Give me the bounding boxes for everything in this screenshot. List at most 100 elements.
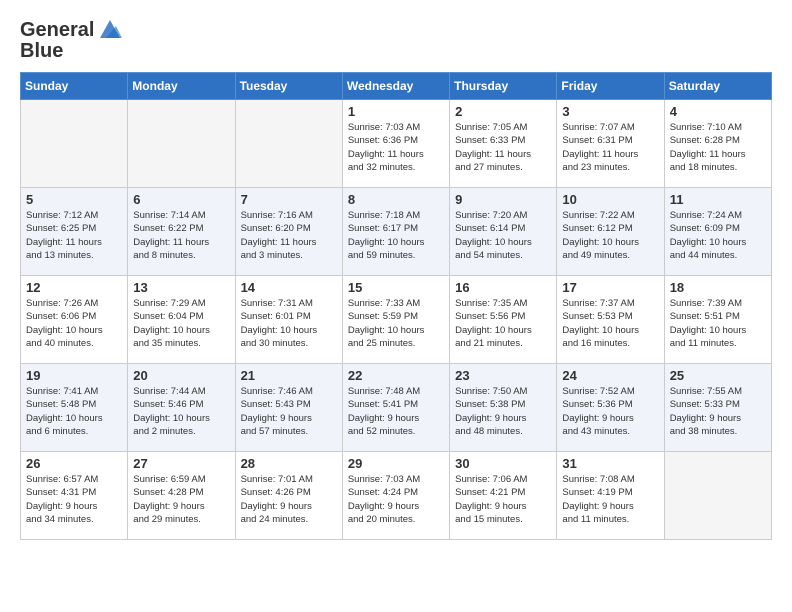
col-header-thursday: Thursday [450, 73, 557, 100]
day-number: 4 [670, 104, 766, 119]
calendar-cell: 24 Sunrise: 7:52 AM Sunset: 5:36 PM Dayli… [557, 364, 664, 452]
day-info: Sunrise: 7:44 AM Sunset: 5:46 PM Dayligh… [133, 385, 229, 438]
page: General Blue SundayMondayTuesdayWednesda… [0, 0, 792, 556]
calendar-cell [128, 100, 235, 188]
week-row-2: 5 Sunrise: 7:12 AM Sunset: 6:25 PM Daylig… [21, 188, 772, 276]
day-number: 19 [26, 368, 122, 383]
calendar-cell: 29 Sunrise: 7:03 AM Sunset: 4:24 PM Dayli… [342, 452, 449, 540]
calendar-cell: 10 Sunrise: 7:22 AM Sunset: 6:12 PM Dayli… [557, 188, 664, 276]
day-number: 17 [562, 280, 658, 295]
day-info: Sunrise: 7:50 AM Sunset: 5:38 PM Dayligh… [455, 385, 551, 438]
calendar-cell: 8 Sunrise: 7:18 AM Sunset: 6:17 PM Daylig… [342, 188, 449, 276]
day-info: Sunrise: 7:35 AM Sunset: 5:56 PM Dayligh… [455, 297, 551, 350]
calendar-cell [664, 452, 771, 540]
calendar-cell: 2Sunrise: 7:05 AM Sunset: 6:33 PM Daylig… [450, 100, 557, 188]
header: General Blue [20, 16, 772, 62]
day-number: 15 [348, 280, 444, 295]
calendar-cell: 12Sunrise: 7:26 AM Sunset: 6:06 PM Dayli… [21, 276, 128, 364]
calendar-cell: 30 Sunrise: 7:06 AM Sunset: 4:21 PM Dayli… [450, 452, 557, 540]
day-info: Sunrise: 7:33 AM Sunset: 5:59 PM Dayligh… [348, 297, 444, 350]
day-number: 3 [562, 104, 658, 119]
day-info: Sunrise: 7:52 AM Sunset: 5:36 PM Dayligh… [562, 385, 658, 438]
day-number: 2 [455, 104, 551, 119]
logo-icon [96, 16, 124, 44]
day-info: Sunrise: 7:14 AM Sunset: 6:22 PM Dayligh… [133, 209, 229, 262]
day-number: 18 [670, 280, 766, 295]
calendar-cell: 18 Sunrise: 7:39 AM Sunset: 5:51 PM Dayli… [664, 276, 771, 364]
day-number: 11 [670, 192, 766, 207]
day-number: 5 [26, 192, 122, 207]
week-row-5: 26Sunrise: 6:57 AM Sunset: 4:31 PM Dayli… [21, 452, 772, 540]
day-info: Sunrise: 7:48 AM Sunset: 5:41 PM Dayligh… [348, 385, 444, 438]
day-info: Sunrise: 7:18 AM Sunset: 6:17 PM Dayligh… [348, 209, 444, 262]
day-number: 14 [241, 280, 337, 295]
calendar-cell: 4 Sunrise: 7:10 AM Sunset: 6:28 PM Daylig… [664, 100, 771, 188]
calendar-cell: 16 Sunrise: 7:35 AM Sunset: 5:56 PM Dayli… [450, 276, 557, 364]
calendar-cell: 21 Sunrise: 7:46 AM Sunset: 5:43 PM Dayli… [235, 364, 342, 452]
calendar-cell: 1Sunrise: 7:03 AM Sunset: 6:36 PM Daylig… [342, 100, 449, 188]
day-info: Sunrise: 7:39 AM Sunset: 5:51 PM Dayligh… [670, 297, 766, 350]
col-header-monday: Monday [128, 73, 235, 100]
day-number: 10 [562, 192, 658, 207]
day-number: 7 [241, 192, 337, 207]
week-row-1: 1Sunrise: 7:03 AM Sunset: 6:36 PM Daylig… [21, 100, 772, 188]
calendar-cell: 27 Sunrise: 6:59 AM Sunset: 4:28 PM Dayli… [128, 452, 235, 540]
calendar: SundayMondayTuesdayWednesdayThursdayFrid… [20, 72, 772, 540]
col-header-tuesday: Tuesday [235, 73, 342, 100]
day-info: Sunrise: 7:22 AM Sunset: 6:12 PM Dayligh… [562, 209, 658, 262]
day-info: Sunrise: 7:12 AM Sunset: 6:25 PM Dayligh… [26, 209, 122, 262]
day-info: Sunrise: 7:46 AM Sunset: 5:43 PM Dayligh… [241, 385, 337, 438]
day-number: 23 [455, 368, 551, 383]
logo: General Blue [20, 16, 124, 62]
calendar-cell: 9Sunrise: 7:20 AM Sunset: 6:14 PM Daylig… [450, 188, 557, 276]
day-number: 12 [26, 280, 122, 295]
day-number: 16 [455, 280, 551, 295]
day-number: 22 [348, 368, 444, 383]
calendar-cell: 31Sunrise: 7:08 AM Sunset: 4:19 PM Dayli… [557, 452, 664, 540]
day-number: 8 [348, 192, 444, 207]
day-number: 21 [241, 368, 337, 383]
day-number: 24 [562, 368, 658, 383]
col-header-friday: Friday [557, 73, 664, 100]
day-info: Sunrise: 7:16 AM Sunset: 6:20 PM Dayligh… [241, 209, 337, 262]
day-number: 20 [133, 368, 229, 383]
col-header-saturday: Saturday [664, 73, 771, 100]
day-number: 25 [670, 368, 766, 383]
day-info: Sunrise: 7:41 AM Sunset: 5:48 PM Dayligh… [26, 385, 122, 438]
calendar-cell: 25Sunrise: 7:55 AM Sunset: 5:33 PM Dayli… [664, 364, 771, 452]
calendar-cell: 3 Sunrise: 7:07 AM Sunset: 6:31 PM Daylig… [557, 100, 664, 188]
day-info: Sunrise: 7:37 AM Sunset: 5:53 PM Dayligh… [562, 297, 658, 350]
day-number: 27 [133, 456, 229, 471]
calendar-cell: 15 Sunrise: 7:33 AM Sunset: 5:59 PM Dayli… [342, 276, 449, 364]
calendar-cell: 28Sunrise: 7:01 AM Sunset: 4:26 PM Dayli… [235, 452, 342, 540]
day-info: Sunrise: 6:57 AM Sunset: 4:31 PM Dayligh… [26, 473, 122, 526]
calendar-cell: 11Sunrise: 7:24 AM Sunset: 6:09 PM Dayli… [664, 188, 771, 276]
calendar-cell: 13Sunrise: 7:29 AM Sunset: 6:04 PM Dayli… [128, 276, 235, 364]
day-number: 30 [455, 456, 551, 471]
day-number: 6 [133, 192, 229, 207]
day-number: 9 [455, 192, 551, 207]
calendar-cell: 7 Sunrise: 7:16 AM Sunset: 6:20 PM Daylig… [235, 188, 342, 276]
day-info: Sunrise: 7:07 AM Sunset: 6:31 PM Dayligh… [562, 121, 658, 174]
calendar-cell: 17 Sunrise: 7:37 AM Sunset: 5:53 PM Dayli… [557, 276, 664, 364]
day-number: 13 [133, 280, 229, 295]
calendar-cell [21, 100, 128, 188]
calendar-cell: 20 Sunrise: 7:44 AM Sunset: 5:46 PM Dayli… [128, 364, 235, 452]
day-number: 31 [562, 456, 658, 471]
day-number: 29 [348, 456, 444, 471]
day-info: Sunrise: 7:31 AM Sunset: 6:01 PM Dayligh… [241, 297, 337, 350]
day-info: Sunrise: 7:10 AM Sunset: 6:28 PM Dayligh… [670, 121, 766, 174]
day-info: Sunrise: 7:06 AM Sunset: 4:21 PM Dayligh… [455, 473, 551, 526]
day-info: Sunrise: 7:03 AM Sunset: 4:24 PM Dayligh… [348, 473, 444, 526]
day-info: Sunrise: 6:59 AM Sunset: 4:28 PM Dayligh… [133, 473, 229, 526]
day-info: Sunrise: 7:01 AM Sunset: 4:26 PM Dayligh… [241, 473, 337, 526]
logo-blue: Blue [20, 40, 63, 62]
calendar-cell: 26Sunrise: 6:57 AM Sunset: 4:31 PM Dayli… [21, 452, 128, 540]
day-info: Sunrise: 7:03 AM Sunset: 6:36 PM Dayligh… [348, 121, 444, 174]
col-header-sunday: Sunday [21, 73, 128, 100]
calendar-cell: 5 Sunrise: 7:12 AM Sunset: 6:25 PM Daylig… [21, 188, 128, 276]
logo-general: General [20, 19, 94, 41]
col-header-wednesday: Wednesday [342, 73, 449, 100]
calendar-cell: 23 Sunrise: 7:50 AM Sunset: 5:38 PM Dayli… [450, 364, 557, 452]
week-row-3: 12Sunrise: 7:26 AM Sunset: 6:06 PM Dayli… [21, 276, 772, 364]
